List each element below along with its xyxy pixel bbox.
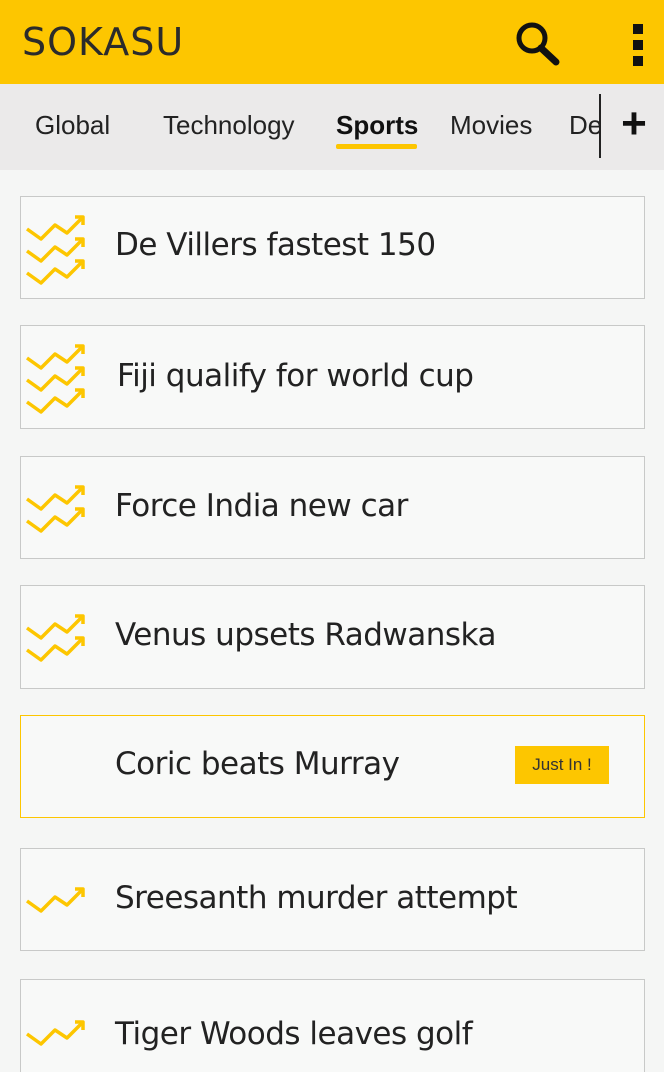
news-item[interactable]: Venus upsets Radwanska <box>20 585 645 689</box>
tab-divider <box>599 94 601 158</box>
trending-up-icon <box>25 344 85 414</box>
tab-global[interactable]: Global <box>35 110 110 141</box>
tab-movies[interactable]: Movies <box>450 110 532 141</box>
app-title: SOKASU <box>22 20 185 64</box>
search-icon <box>516 22 560 66</box>
news-item[interactable]: Tiger Woods leaves golf <box>20 979 645 1072</box>
news-item[interactable]: Fiji qualify for world cup <box>20 325 645 429</box>
trending-up-icon <box>25 614 85 662</box>
news-title: Venus upsets Radwanska <box>115 617 496 653</box>
tab-partial[interactable]: De <box>569 110 600 141</box>
tab-sports[interactable]: Sports <box>336 110 418 141</box>
news-title: Fiji qualify for world cup <box>117 358 474 394</box>
news-title: De Villers fastest 150 <box>115 227 436 263</box>
news-item[interactable]: De Villers fastest 150 <box>20 196 645 299</box>
search-button[interactable] <box>510 18 566 68</box>
news-title: Sreesanth murder attempt <box>115 880 518 916</box>
tabs-scroll[interactable]: Global Technology Sports Movies De <box>0 84 600 170</box>
news-title: Force India new car <box>115 488 408 524</box>
news-item[interactable]: Force India new car <box>20 456 645 559</box>
overflow-menu-button[interactable] <box>620 18 656 68</box>
news-title: Tiger Woods leaves golf <box>115 1016 473 1052</box>
news-title: Coric beats Murray <box>115 746 400 782</box>
trending-up-icon <box>25 887 85 913</box>
add-tab-button[interactable]: + <box>612 96 656 152</box>
category-tab-bar: Global Technology Sports Movies De + <box>0 84 664 170</box>
trending-up-icon <box>25 215 85 285</box>
app-bar: SOKASU <box>0 0 664 84</box>
news-item[interactable]: Coric beats Murray Just In ! <box>20 715 645 818</box>
trending-up-icon <box>25 485 85 533</box>
just-in-badge: Just In ! <box>515 746 609 784</box>
news-item[interactable]: Sreesanth murder attempt <box>20 848 645 951</box>
trending-up-icon <box>25 1020 85 1046</box>
active-tab-indicator <box>336 144 417 149</box>
tab-technology[interactable]: Technology <box>163 110 295 141</box>
more-vert-icon <box>633 24 643 66</box>
